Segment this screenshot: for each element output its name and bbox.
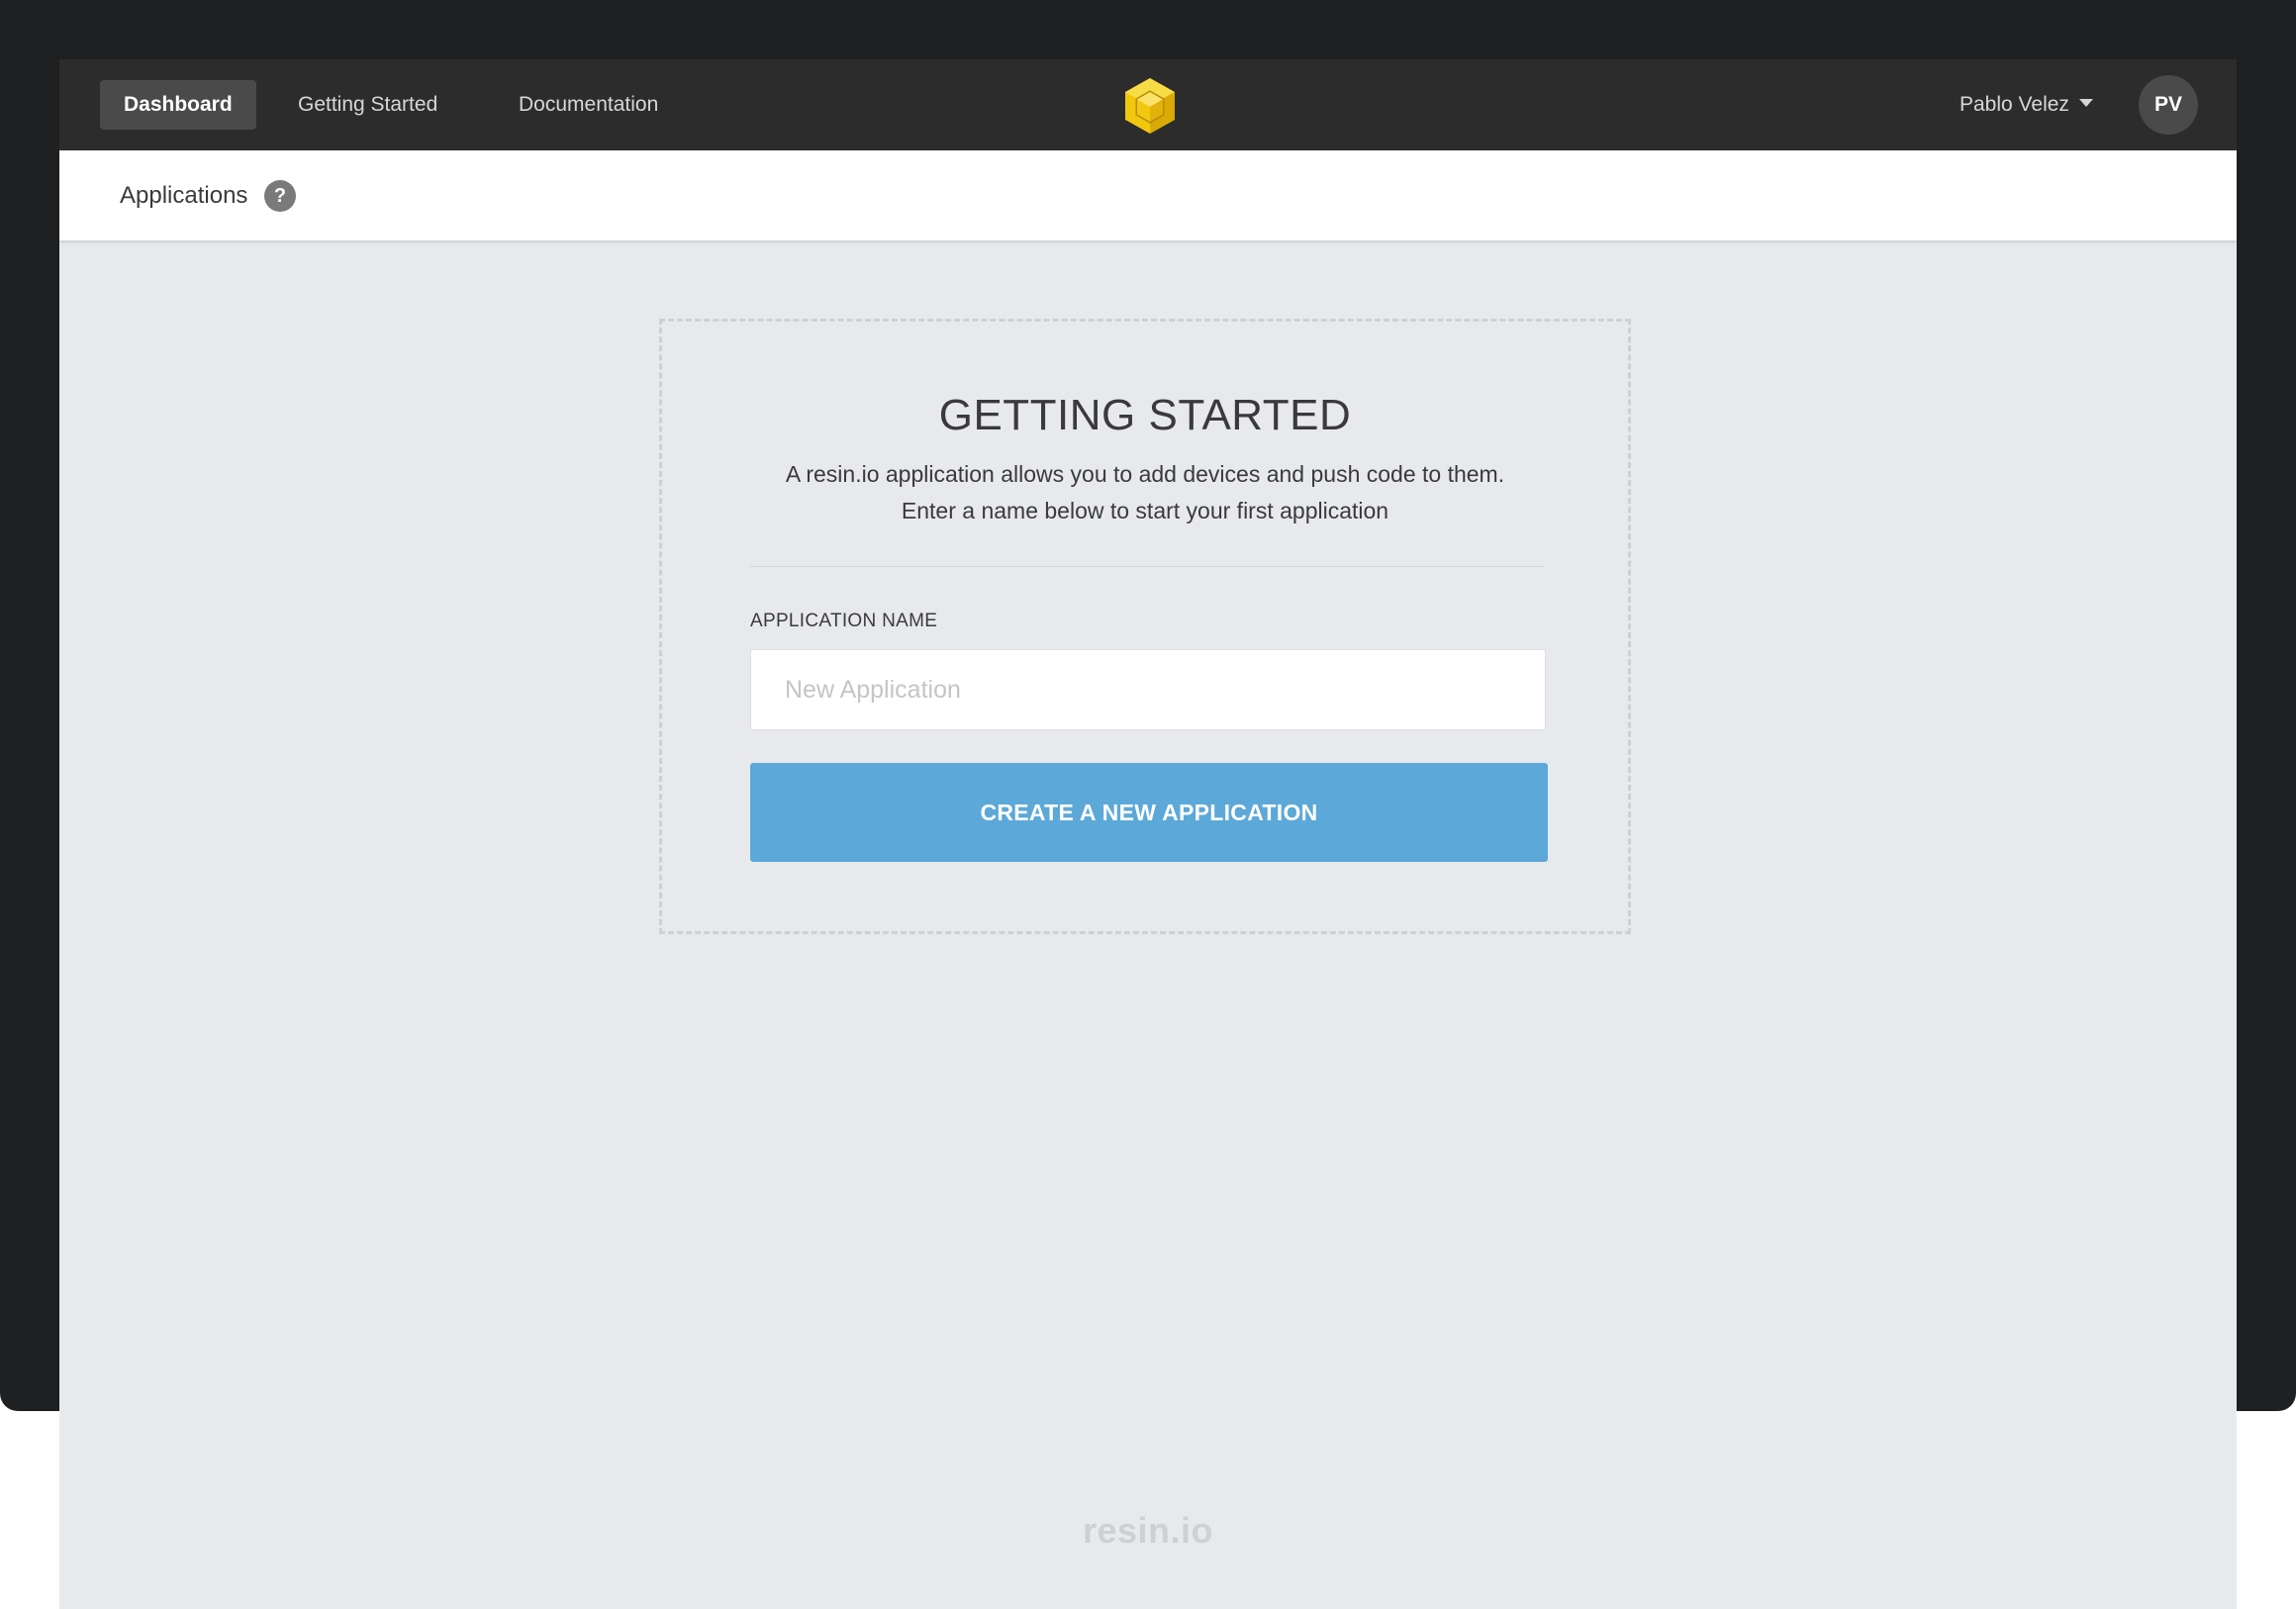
help-icon[interactable]: ? bbox=[264, 180, 296, 212]
user-name: Pablo Velez bbox=[1960, 93, 2069, 116]
page-header: Applications ? bbox=[59, 150, 2237, 240]
resin-cube-logo-icon[interactable] bbox=[1122, 76, 1178, 136]
app-screen: Dashboard Getting Started Documentation … bbox=[59, 59, 2237, 1609]
application-name-label: APPLICATION NAME bbox=[750, 611, 938, 631]
application-name-input[interactable] bbox=[750, 649, 1546, 730]
caret-down-icon bbox=[2078, 99, 2093, 108]
top-navbar: Dashboard Getting Started Documentation … bbox=[59, 59, 2237, 150]
getting-started-card: GETTING STARTED A resin.io application a… bbox=[659, 319, 1631, 934]
nav-item-getting-started[interactable]: Getting Started bbox=[274, 80, 461, 130]
divider bbox=[750, 566, 1544, 567]
nav-item-documentation[interactable]: Documentation bbox=[495, 80, 682, 130]
card-description: A resin.io application allows you to add… bbox=[785, 461, 1505, 523]
footer-brand-logo: resin.io bbox=[1082, 1510, 1214, 1551]
nav-item-dashboard[interactable]: Dashboard bbox=[100, 80, 256, 130]
avatar[interactable]: PV bbox=[2139, 75, 2198, 135]
create-application-button[interactable]: CREATE A NEW APPLICATION bbox=[750, 763, 1548, 862]
user-menu-dropdown[interactable]: Pablo Velez bbox=[1960, 80, 2093, 130]
page-title: Applications bbox=[120, 182, 248, 209]
card-title: GETTING STARTED bbox=[938, 391, 1352, 439]
